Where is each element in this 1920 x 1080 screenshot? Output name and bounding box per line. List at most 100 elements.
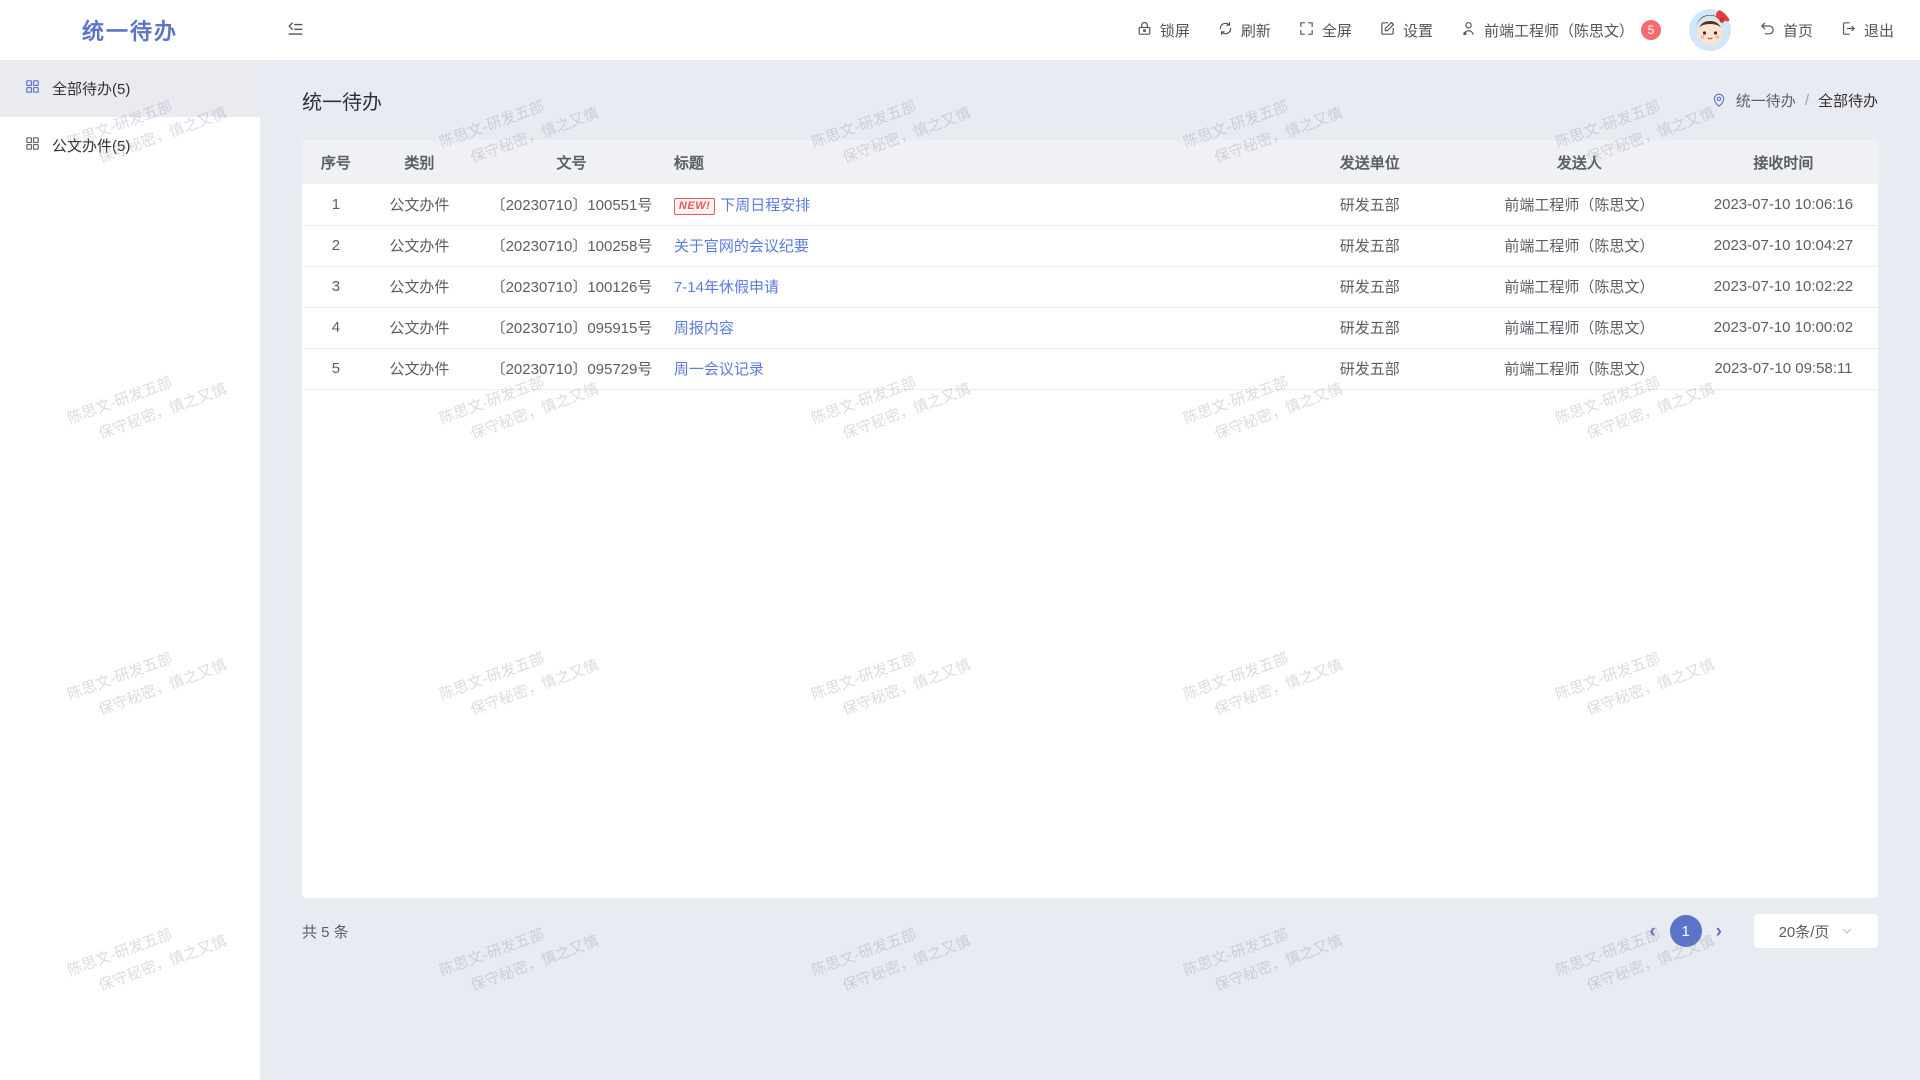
cell-sender-unit: 研发五部: [1270, 348, 1470, 389]
col-header-title: 标题: [674, 140, 1270, 184]
table-header-row: 序号 类别 文号 标题 发送单位 发送人 接收时间: [302, 140, 1878, 184]
col-header-doc-no: 文号: [469, 140, 674, 184]
grid-icon: [24, 135, 41, 156]
cell-no: 4: [302, 307, 370, 348]
cell-sender: 前端工程师（陈思文）: [1470, 184, 1689, 225]
page-size-select[interactable]: 20条/页: [1754, 914, 1878, 948]
avatar[interactable]: [1688, 8, 1732, 52]
refresh-label: 刷新: [1241, 20, 1271, 41]
breadcrumb-item[interactable]: 统一待办: [1736, 90, 1796, 111]
col-header-sender-unit: 发送单位: [1270, 140, 1470, 184]
table-row: 5 公文办件 〔20230710〕095729号 周一会议记录 研发五部 前端工…: [302, 348, 1878, 389]
chevron-down-icon: [1841, 925, 1853, 937]
lock-screen-label: 锁屏: [1160, 20, 1190, 41]
cell-sender: 前端工程师（陈思文）: [1470, 266, 1689, 307]
lock-screen-button[interactable]: 锁屏: [1136, 20, 1190, 41]
cell-doc-no: 〔20230710〕100551号: [469, 184, 674, 225]
user-name-label: 前端工程师（陈思文）: [1484, 20, 1634, 41]
cell-category: 公文办件: [370, 307, 469, 348]
grid-icon: [24, 78, 41, 99]
cell-category: 公文办件: [370, 266, 469, 307]
cell-received-at: 2023-07-10 09:58:11: [1689, 348, 1878, 389]
table-row: 3 公文办件 〔20230710〕100126号 7-14年休假申请 研发五部 …: [302, 266, 1878, 307]
cell-no: 3: [302, 266, 370, 307]
logout-icon: [1840, 20, 1857, 41]
new-badge: NEW!: [674, 198, 715, 215]
col-header-category: 类别: [370, 140, 469, 184]
back-home-icon: [1759, 20, 1776, 41]
cell-doc-no: 〔20230710〕095729号: [469, 348, 674, 389]
cell-sender-unit: 研发五部: [1270, 307, 1470, 348]
settings-label: 设置: [1403, 20, 1433, 41]
todo-title-link[interactable]: 关于官网的会议纪要: [674, 238, 809, 255]
header-actions: 锁屏 刷新 全屏 设置 前端工程师（陈思文） 5: [1136, 8, 1920, 52]
cell-category: 公文办件: [370, 225, 469, 266]
cell-sender: 前端工程师（陈思文）: [1470, 307, 1689, 348]
fullscreen-label: 全屏: [1322, 20, 1352, 41]
cell-received-at: 2023-07-10 10:06:16: [1689, 184, 1878, 225]
cell-doc-no: 〔20230710〕095915号: [469, 307, 674, 348]
table-row: 4 公文办件 〔20230710〕095915号 周报内容 研发五部 前端工程师…: [302, 307, 1878, 348]
sidebar-item-label: 公文办件(5): [52, 135, 130, 156]
home-label: 首页: [1783, 20, 1813, 41]
cell-title: NEW! 下周日程安排: [674, 184, 1270, 225]
sidebar-item-all-todos[interactable]: 全部待办(5): [0, 60, 260, 117]
page-title: 统一待办: [302, 86, 382, 115]
todo-table-card: 序号 类别 文号 标题 发送单位 发送人 接收时间 1 公文办件 〔202307…: [302, 140, 1878, 898]
fullscreen-button[interactable]: 全屏: [1298, 20, 1352, 41]
logout-button[interactable]: 退出: [1840, 20, 1894, 41]
todo-title-link[interactable]: 下周日程安排: [720, 197, 810, 214]
table-row: 2 公文办件 〔20230710〕100258号 关于官网的会议纪要 研发五部 …: [302, 225, 1878, 266]
cell-sender-unit: 研发五部: [1270, 225, 1470, 266]
todo-table-body: 1 公文办件 〔20230710〕100551号 NEW! 下周日程安排 研发五部…: [302, 184, 1878, 389]
cell-category: 公文办件: [370, 348, 469, 389]
top-header: 统一待办 锁屏 刷新 全屏 设置: [0, 0, 1920, 60]
app-logo: 统一待办: [82, 19, 178, 44]
cell-sender-unit: 研发五部: [1270, 184, 1470, 225]
page-number-1[interactable]: 1: [1670, 915, 1702, 947]
todo-title-link[interactable]: 7-14年休假申请: [674, 279, 779, 296]
home-button[interactable]: 首页: [1759, 20, 1813, 41]
logo-area: 统一待办: [0, 14, 260, 46]
main-content: 统一待办 统一待办 / 全部待办 序号 类别 文号 标题 发送单位: [260, 60, 1920, 1080]
todo-title-link[interactable]: 周报内容: [674, 320, 734, 337]
todo-title-link[interactable]: 周一会议记录: [674, 361, 764, 378]
todo-count-badge: 5: [1641, 20, 1661, 40]
next-page-button[interactable]: ›: [1706, 922, 1732, 941]
cell-received-at: 2023-07-10 10:00:02: [1689, 307, 1878, 348]
sidebar-item-official-docs[interactable]: 公文办件(5): [0, 117, 260, 174]
cell-title: 周报内容: [674, 307, 1270, 348]
breadcrumb-item-current: 全部待办: [1818, 90, 1878, 111]
breadcrumb-separator: /: [1805, 92, 1809, 109]
user-info-button[interactable]: 前端工程师（陈思文） 5: [1460, 20, 1661, 41]
settings-button[interactable]: 设置: [1379, 20, 1433, 41]
lock-icon: [1136, 20, 1153, 41]
total-count-label: 共 5 条: [302, 921, 349, 942]
prev-page-button[interactable]: ‹: [1639, 922, 1665, 941]
menu-fold-icon: [286, 19, 305, 41]
cell-received-at: 2023-07-10 10:04:27: [1689, 225, 1878, 266]
fullscreen-icon: [1298, 20, 1315, 41]
user-icon: [1460, 20, 1477, 41]
sidebar-fold-button[interactable]: [286, 19, 305, 41]
cell-received-at: 2023-07-10 10:02:22: [1689, 266, 1878, 307]
location-pin-icon: [1711, 92, 1727, 108]
col-header-received-at: 接收时间: [1689, 140, 1878, 184]
sidebar: 全部待办(5) 公文办件(5): [0, 60, 260, 1080]
cell-no: 1: [302, 184, 370, 225]
cell-no: 5: [302, 348, 370, 389]
refresh-button[interactable]: 刷新: [1217, 20, 1271, 41]
col-header-sender: 发送人: [1470, 140, 1689, 184]
cell-title: 周一会议记录: [674, 348, 1270, 389]
cell-sender: 前端工程师（陈思文）: [1470, 348, 1689, 389]
cell-title: 关于官网的会议纪要: [674, 225, 1270, 266]
cell-doc-no: 〔20230710〕100258号: [469, 225, 674, 266]
col-header-no: 序号: [302, 140, 370, 184]
cell-title: 7-14年休假申请: [674, 266, 1270, 307]
page-size-value: 20条/页: [1779, 921, 1830, 942]
cell-doc-no: 〔20230710〕100126号: [469, 266, 674, 307]
todo-table: 序号 类别 文号 标题 发送单位 发送人 接收时间 1 公文办件 〔202307…: [302, 140, 1878, 390]
cell-category: 公文办件: [370, 184, 469, 225]
breadcrumb: 统一待办 / 全部待办: [1711, 90, 1878, 111]
table-row: 1 公文办件 〔20230710〕100551号 NEW! 下周日程安排 研发五部…: [302, 184, 1878, 225]
